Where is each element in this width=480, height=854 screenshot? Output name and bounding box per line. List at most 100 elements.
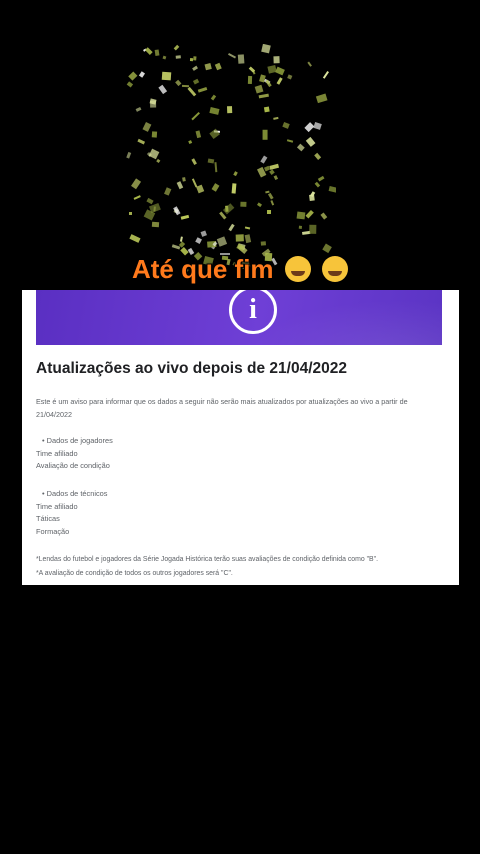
confetti-piece: [261, 129, 268, 140]
players-header: • Dados de jogadores: [42, 436, 113, 445]
face-blowing-nose-emoji-icon: [284, 256, 311, 282]
confetti-piece: [146, 197, 154, 204]
confetti-piece: [314, 152, 321, 160]
confetti-piece: [308, 194, 315, 201]
confetti-piece: [255, 85, 264, 94]
confetti-piece: [232, 171, 238, 177]
confetti-piece: [274, 67, 285, 76]
confetti-piece: [260, 156, 268, 164]
confetti-piece: [145, 47, 154, 55]
confetti-piece: [164, 186, 172, 196]
confetti-animation: [126, 44, 336, 274]
confetti-piece: [273, 116, 279, 120]
notice-banner: i: [36, 290, 442, 345]
confetti-piece: [212, 241, 218, 247]
confetti-piece: [228, 53, 237, 59]
confetti-piece: [244, 234, 252, 244]
confetti-piece: [223, 203, 235, 214]
confetti-piece: [239, 202, 247, 207]
list-item: Time afiliado: [36, 501, 78, 511]
confetti-piece: [181, 84, 189, 88]
confetti-piece: [235, 233, 244, 242]
coaches-header: • Dados de técnicos: [42, 489, 108, 498]
star-struck-emoji-icon: [322, 256, 349, 282]
confetti-piece: [267, 192, 274, 200]
confetti-piece: [138, 71, 145, 78]
confetti-piece: [297, 144, 305, 152]
list-item: Táticas: [36, 514, 60, 524]
coaches-section: • Dados de técnicos Time afiliado Tática…: [36, 488, 107, 538]
confetti-piece: [148, 148, 160, 159]
confetti-piece: [245, 226, 251, 230]
confetti-piece: [150, 100, 157, 108]
confetti-piece: [263, 106, 270, 113]
confetti-piece: [204, 62, 212, 70]
confetti-piece: [286, 139, 294, 144]
confetti-piece: [328, 185, 336, 194]
confetti-piece: [190, 57, 194, 61]
confetti-piece: [142, 122, 152, 132]
confetti-piece: [129, 234, 141, 243]
confetti-piece: [163, 55, 167, 59]
caption-text: Até que fim: [131, 254, 274, 284]
confetti-piece: [247, 76, 253, 85]
confetti-piece: [211, 183, 220, 192]
confetti-piece: [192, 78, 199, 85]
confetti-piece: [177, 181, 184, 190]
players-section: • Dados de jogadores Time afiliado Avali…: [36, 435, 113, 473]
confetti-piece: [192, 65, 199, 71]
notice-intro: Este é um aviso para informar que os dad…: [36, 397, 408, 419]
confetti-piece: [197, 86, 208, 93]
confetti-piece: [181, 215, 190, 221]
confetti-piece: [175, 55, 181, 60]
confetti-piece: [214, 161, 218, 172]
confetti-piece: [248, 66, 255, 73]
confetti-piece: [210, 94, 217, 100]
confetti-piece: [187, 87, 196, 97]
confetti-piece: [191, 111, 200, 120]
confetti-piece: [192, 158, 198, 165]
confetti-piece: [314, 182, 320, 188]
confetti-piece: [175, 80, 182, 87]
confetti-piece: [306, 61, 312, 67]
confetti-piece: [315, 94, 328, 104]
confetti-piece: [276, 77, 283, 86]
confetti-piece: [261, 44, 272, 54]
confetti-piece: [173, 206, 181, 215]
confetti-piece: [259, 93, 270, 99]
confetti-piece: [265, 79, 272, 88]
list-item: Avaliação de condição: [36, 461, 110, 471]
confetti-piece: [287, 74, 293, 80]
confetti-piece: [158, 84, 168, 95]
confetti-piece: [317, 175, 325, 182]
confetti-piece: [127, 71, 138, 82]
confetti-piece: [305, 136, 316, 147]
confetti-piece: [269, 169, 275, 175]
confetti-piece: [181, 176, 186, 182]
confetti-piece: [132, 195, 141, 201]
confetti-piece: [320, 212, 327, 220]
notice-card: i Atualizações ao vivo depois de 21/04/2…: [22, 290, 459, 585]
confetti-piece: [162, 71, 172, 81]
list-item: Formação: [36, 526, 70, 536]
confetti-piece: [312, 121, 322, 131]
confetti-piece: [209, 107, 220, 115]
confetti-piece: [270, 163, 280, 170]
confetti-piece: [135, 106, 142, 112]
confetti-piece: [126, 151, 132, 159]
confetti-piece: [227, 223, 235, 232]
notice-title: Atualizações ao vivo depois de 21/04/202…: [36, 360, 348, 377]
confetti-piece: [322, 71, 330, 79]
confetti-piece: [193, 56, 197, 61]
confetti-piece: [126, 81, 133, 88]
confetti-piece: [230, 183, 237, 194]
confetti-piece: [217, 237, 228, 248]
confetti-piece: [274, 175, 279, 181]
confetti-piece: [266, 209, 271, 215]
confetti-piece: [137, 139, 146, 145]
footnote: *Lendas do futebol e jogadores da Série …: [36, 556, 378, 563]
confetti-piece: [309, 224, 317, 234]
confetti-piece: [196, 184, 204, 193]
list-item: Time afiliado: [36, 448, 78, 458]
confetti-piece: [269, 199, 274, 206]
